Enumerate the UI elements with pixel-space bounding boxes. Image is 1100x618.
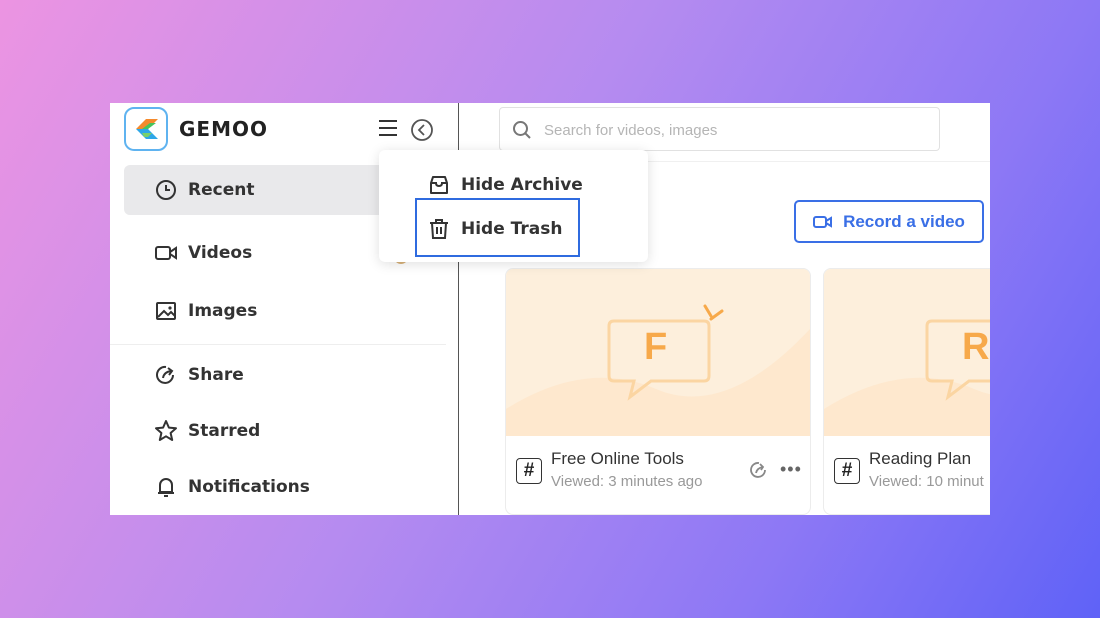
video-icon xyxy=(154,241,178,265)
app-logo[interactable] xyxy=(124,107,168,151)
sidebar-divider xyxy=(110,344,446,345)
share-icon xyxy=(154,363,178,387)
record-video-label: Record a video xyxy=(843,211,965,231)
brand-name: GEMOO xyxy=(179,117,268,141)
sidebar-item-label: Images xyxy=(188,301,258,321)
media-card[interactable]: F # Free Online Tools Viewed: 3 minutes … xyxy=(505,268,811,515)
sidebar-item-starred[interactable]: Starred xyxy=(124,406,394,456)
card-subtitle: Viewed: 3 minutes ago xyxy=(551,473,703,490)
hashtag-icon: # xyxy=(516,458,542,484)
card-thumbnail[interactable]: F xyxy=(506,269,810,436)
collapse-sidebar-icon[interactable] xyxy=(410,118,434,142)
sidebar-item-label: Share xyxy=(188,365,244,385)
hashtag-icon: # xyxy=(834,458,860,484)
share-icon[interactable] xyxy=(749,460,769,485)
record-video-button[interactable]: Record a video xyxy=(794,200,984,243)
search-input[interactable] xyxy=(542,116,926,144)
sidebar-item-label: Notifications xyxy=(188,477,310,497)
sidebar-item-label: Videos xyxy=(188,243,253,263)
sidebar-item-videos[interactable]: Videos xyxy=(124,228,394,278)
sidebar-item-label: Starred xyxy=(188,421,261,441)
media-card[interactable]: R # Reading Plan Viewed: 10 minut xyxy=(823,268,990,515)
sidebar-item-recent[interactable]: Recent xyxy=(124,165,394,215)
search-bar[interactable] xyxy=(499,107,940,151)
app-window: GEMOO Recent Videos Images Share Starred… xyxy=(110,103,990,515)
star-icon xyxy=(154,419,178,443)
bell-icon xyxy=(154,475,178,499)
card-info: # Free Online Tools Viewed: 3 minutes ag… xyxy=(506,436,810,514)
card-subtitle: Viewed: 10 minut xyxy=(869,473,984,490)
clock-icon xyxy=(154,178,178,202)
hide-trash-highlight xyxy=(415,198,580,257)
card-title[interactable]: Free Online Tools xyxy=(551,449,684,469)
card-thumbnail-letter: F xyxy=(644,326,668,368)
sidebar-item-notifications[interactable]: Notifications xyxy=(124,462,394,512)
hamburger-menu-icon[interactable] xyxy=(378,118,398,138)
card-info: # Reading Plan Viewed: 10 minut xyxy=(824,436,990,514)
card-title[interactable]: Reading Plan xyxy=(869,449,971,469)
hide-archive-option[interactable]: Hide Archive xyxy=(461,170,583,200)
sidebar-item-share[interactable]: Share xyxy=(124,350,394,400)
image-icon xyxy=(154,299,178,323)
search-icon xyxy=(512,120,532,145)
video-camera-icon xyxy=(813,214,833,230)
card-thumbnail[interactable]: R xyxy=(824,269,990,436)
sidebar-item-label: Recent xyxy=(188,180,255,200)
more-options-icon[interactable]: ••• xyxy=(780,460,802,478)
card-thumbnail-letter: R xyxy=(962,326,990,368)
archive-icon xyxy=(428,174,450,201)
sidebar-item-images[interactable]: Images xyxy=(124,286,394,336)
